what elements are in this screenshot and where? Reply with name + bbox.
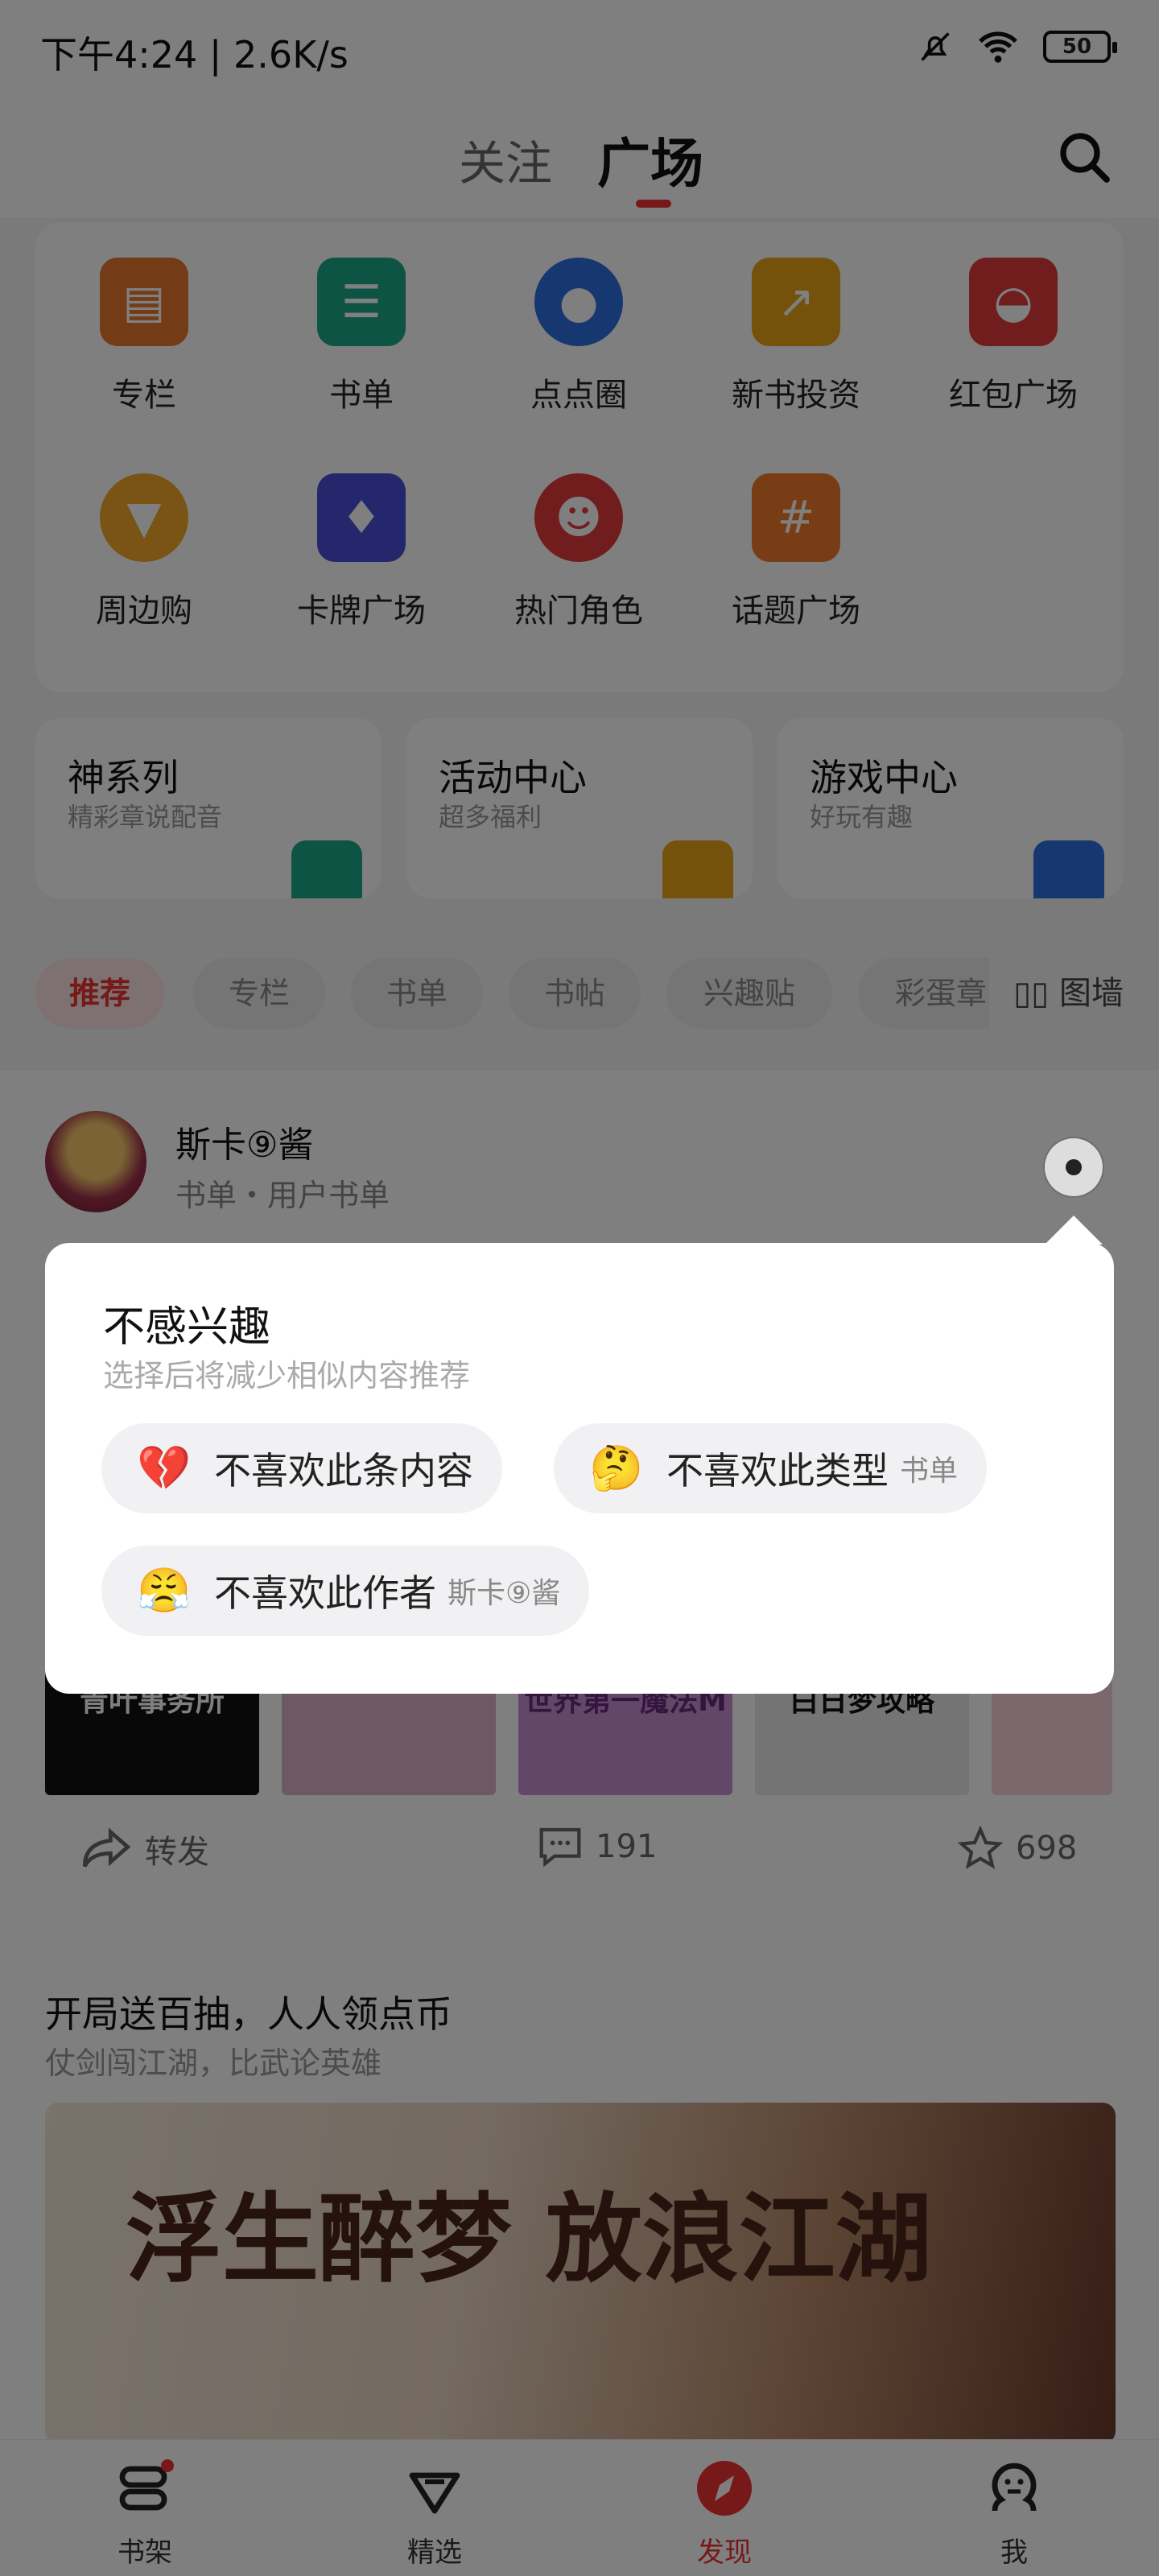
reason-tag: 斯卡⑨酱 <box>448 1577 561 1610</box>
broken-heart-icon: 💔 <box>137 1443 192 1493</box>
reason-text: 不喜欢此作者 <box>214 1571 436 1615</box>
more-options-button-active[interactable] <box>1045 1138 1103 1196</box>
reason-dislike-content[interactable]: 💔 不喜欢此条内容 <box>101 1423 502 1513</box>
popup-caret <box>1045 1216 1103 1245</box>
reason-dislike-author[interactable]: 😤 不喜欢此作者 斯卡⑨酱 <box>101 1546 590 1636</box>
reason-text: 不喜欢此类型 <box>666 1449 889 1492</box>
popup-title: 不感兴趣 <box>103 1303 271 1352</box>
reason-text: 不喜欢此条内容 <box>214 1449 473 1492</box>
thinking-face-icon: 🤔 <box>589 1443 644 1493</box>
not-interested-popup: 不感兴趣 选择后将减少相似内容推荐 💔 不喜欢此条内容 🤔 不喜欢此类型 书单 … <box>45 1243 1114 1694</box>
angry-face-icon: 😤 <box>137 1565 192 1616</box>
reason-tag: 书单 <box>900 1455 959 1488</box>
popup-subtitle: 选择后将减少相似内容推荐 <box>103 1358 471 1393</box>
reason-dislike-type[interactable]: 🤔 不喜欢此类型 书单 <box>554 1423 988 1513</box>
